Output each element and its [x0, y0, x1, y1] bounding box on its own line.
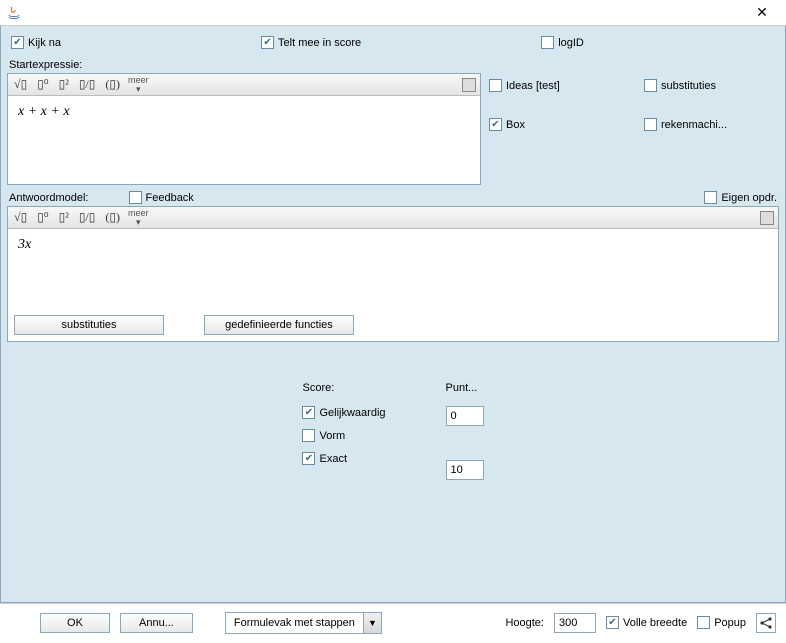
- punt-exact-input[interactable]: [446, 460, 484, 480]
- eigen-opdr-checkbox[interactable]: Eigen opdr.: [704, 191, 777, 204]
- startexpressie-editor[interactable]: x + x + x: [8, 96, 480, 184]
- hoogte-input[interactable]: [554, 613, 596, 633]
- chevron-down-icon: ▼: [363, 613, 381, 633]
- sup2-icon[interactable]: ▯²: [57, 77, 71, 92]
- logid-checkbox[interactable]: logID: [541, 36, 584, 49]
- gelijkwaardig-checkbox[interactable]: Gelijkwaardig: [302, 406, 385, 419]
- annuleren-button[interactable]: Annu...: [120, 613, 193, 633]
- sqrt-icon[interactable]: √▯: [12, 210, 29, 225]
- meer-dropdown[interactable]: meer▾: [128, 76, 149, 94]
- frac-icon[interactable]: ▯/▯: [77, 77, 98, 92]
- feedback-checkbox[interactable]: Feedback: [129, 191, 194, 204]
- score-header: Score:: [302, 382, 385, 394]
- paren-icon[interactable]: (▯): [103, 210, 122, 225]
- antwoord-panel: √▯ ▯⁰ ▯² ▯/▯ (▯) meer▾ 3x substituties g…: [7, 206, 779, 342]
- exact-checkbox[interactable]: Exact: [302, 452, 385, 465]
- toolbar-drop-icon[interactable]: [462, 78, 476, 92]
- substituties-button[interactable]: substituties: [14, 315, 164, 335]
- answer-toolbar: √▯ ▯⁰ ▯² ▯/▯ (▯) meer▾: [8, 207, 778, 229]
- paren-icon[interactable]: (▯): [103, 77, 122, 92]
- sqrt-icon[interactable]: √▯: [12, 77, 29, 92]
- volle-breedte-checkbox[interactable]: Volle breedte: [606, 616, 687, 629]
- gedefinieerde-functies-button[interactable]: gedefinieerde functies: [204, 315, 354, 335]
- start-toolbar: √▯ ▯⁰ ▯² ▯/▯ (▯) meer▾: [8, 74, 480, 96]
- vorm-checkbox[interactable]: Vorm: [302, 429, 385, 442]
- sup0-icon[interactable]: ▯⁰: [35, 77, 50, 92]
- ideas-checkbox[interactable]: Ideas [test]: [489, 79, 624, 92]
- substituties-checkbox[interactable]: substituties: [644, 79, 779, 92]
- share-icon[interactable]: [756, 613, 776, 633]
- startexpressie-label: Startexpressie:: [7, 55, 481, 73]
- ok-button[interactable]: OK: [40, 613, 110, 633]
- punt-gelijk-input[interactable]: [446, 406, 484, 426]
- punt-header: Punt...: [446, 382, 484, 394]
- popup-checkbox[interactable]: Popup: [697, 616, 746, 629]
- hoogte-label: Hoogte:: [505, 617, 544, 629]
- java-icon: [6, 5, 22, 21]
- close-button[interactable]: ✕: [744, 1, 780, 25]
- rekenmachine-checkbox[interactable]: rekenmachi...: [644, 118, 779, 131]
- teltmee-checkbox[interactable]: Telt mee in score: [261, 36, 361, 49]
- antwoord-editor[interactable]: 3x: [8, 229, 778, 309]
- box-checkbox[interactable]: Box: [489, 118, 624, 131]
- toolbar-drop-icon[interactable]: [760, 211, 774, 225]
- sup2-icon[interactable]: ▯²: [57, 210, 71, 225]
- sup0-icon[interactable]: ▯⁰: [35, 210, 50, 225]
- startexpressie-panel: √▯ ▯⁰ ▯² ▯/▯ (▯) meer▾ x + x + x: [7, 73, 481, 185]
- kijkna-checkbox[interactable]: Kijk na: [11, 36, 61, 49]
- meer-dropdown[interactable]: meer▾: [128, 209, 149, 227]
- antwoordmodel-label: Antwoordmodel:: [9, 192, 89, 204]
- frac-icon[interactable]: ▯/▯: [77, 210, 98, 225]
- type-select[interactable]: Formulevak met stappen ▼: [225, 612, 382, 634]
